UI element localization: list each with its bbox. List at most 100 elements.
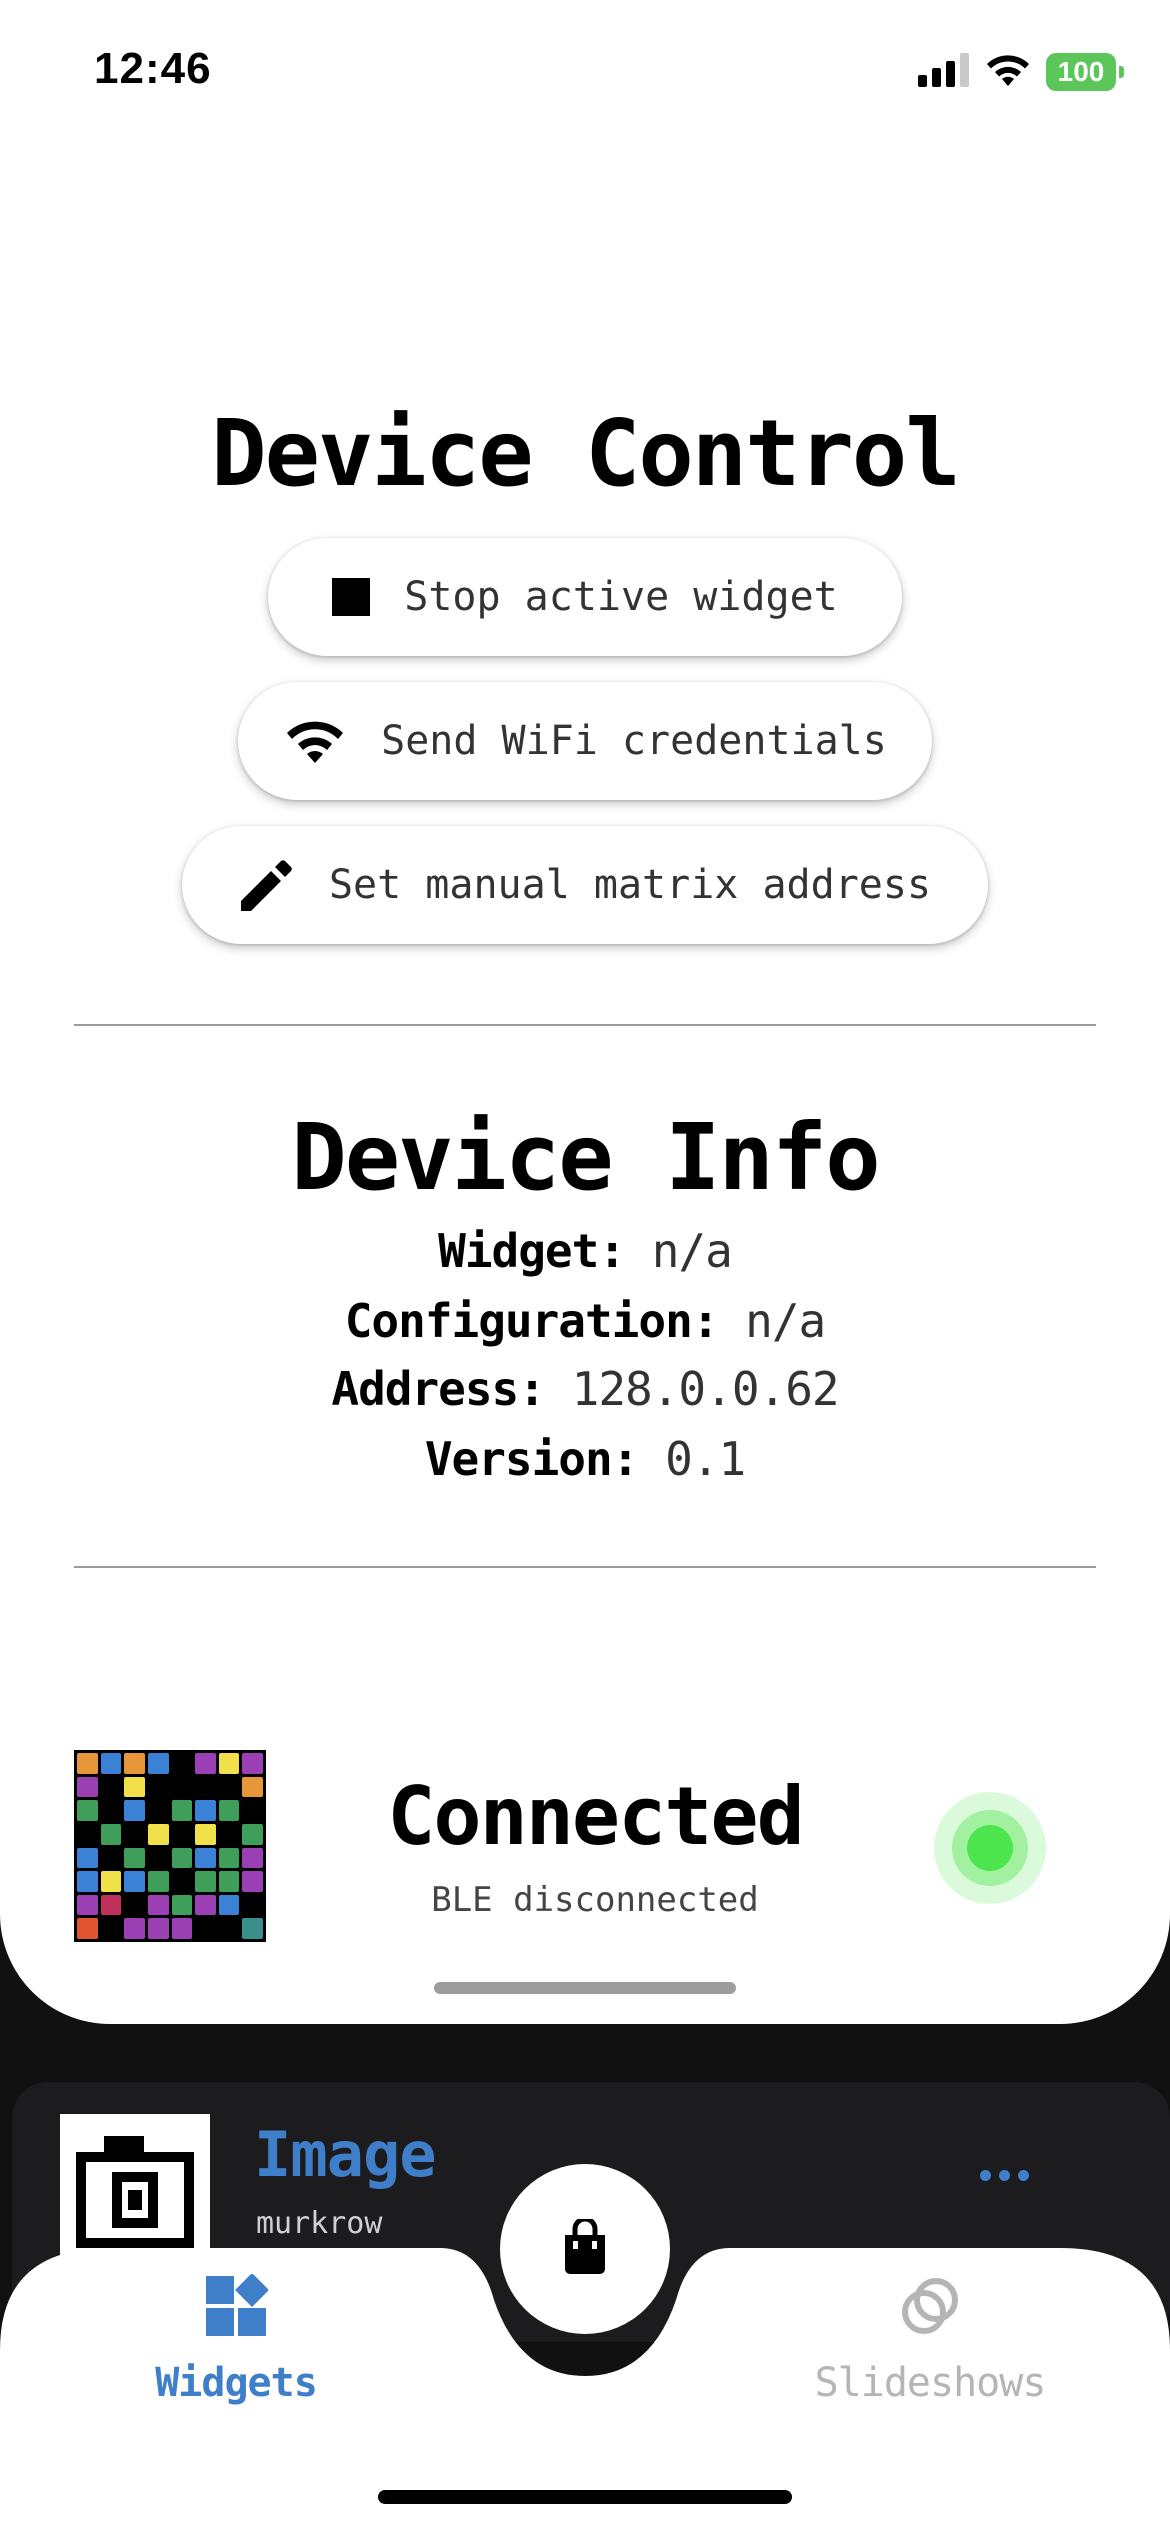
matrix-pixel bbox=[147, 1918, 169, 1939]
matrix-pixel bbox=[100, 1894, 122, 1916]
info-row-configuration: Configuration: n/a bbox=[0, 1294, 1170, 1348]
shop-button[interactable] bbox=[500, 2164, 670, 2334]
matrix-pixel bbox=[218, 1823, 240, 1845]
matrix-pixel bbox=[124, 1894, 145, 1916]
battery-icon: 100 bbox=[1046, 53, 1124, 91]
device-control-title: Device Control bbox=[211, 400, 960, 507]
shopping-bag-icon bbox=[559, 2216, 611, 2279]
widgets-icon bbox=[204, 2273, 269, 2342]
matrix-pixel bbox=[100, 1776, 122, 1798]
matrix-pixel bbox=[147, 1871, 169, 1892]
matrix-pixel bbox=[218, 1753, 240, 1774]
matrix-pixel bbox=[124, 1847, 145, 1869]
stop-icon bbox=[332, 578, 371, 616]
matrix-pixel bbox=[171, 1918, 193, 1939]
matrix-pixel bbox=[218, 1871, 240, 1892]
matrix-pixel bbox=[100, 1871, 122, 1892]
matrix-pixel bbox=[147, 1894, 169, 1916]
matrix-pixel bbox=[242, 1847, 263, 1869]
info-value: 128.0.0.62 bbox=[571, 1362, 840, 1416]
matrix-pixel bbox=[242, 1871, 263, 1892]
matrix-pixel bbox=[195, 1918, 216, 1939]
slideshows-icon bbox=[898, 2274, 962, 2342]
info-key: Widget: bbox=[438, 1224, 626, 1278]
info-value: n/a bbox=[651, 1224, 733, 1278]
matrix-pixel bbox=[124, 1753, 145, 1774]
widget-card-title: Image bbox=[254, 2118, 437, 2191]
matrix-pixel bbox=[77, 1823, 98, 1845]
sheet-drag-handle[interactable] bbox=[434, 1982, 736, 1994]
matrix-pixel bbox=[171, 1776, 193, 1798]
matrix-pixel bbox=[218, 1894, 240, 1916]
tab-slideshows[interactable]: Slideshows bbox=[800, 2274, 1060, 2406]
matrix-pixel bbox=[195, 1823, 216, 1845]
wifi-icon bbox=[984, 52, 1032, 92]
matrix-pixel bbox=[218, 1776, 240, 1798]
matrix-pixel bbox=[77, 1847, 98, 1869]
send-wifi-credentials-button[interactable]: Send WiFi credentials bbox=[238, 682, 932, 800]
matrix-preview-icon bbox=[74, 1750, 266, 1942]
cellular-signal-icon bbox=[918, 53, 970, 91]
matrix-pixel bbox=[124, 1823, 145, 1845]
matrix-pixel bbox=[100, 1823, 122, 1845]
info-value: n/a bbox=[745, 1294, 826, 1348]
info-row-address: Address: 128.0.0.62 bbox=[0, 1362, 1170, 1416]
matrix-pixel bbox=[100, 1800, 122, 1821]
info-key: Address: bbox=[331, 1362, 546, 1416]
matrix-pixel bbox=[195, 1894, 216, 1916]
matrix-pixel bbox=[242, 1894, 263, 1916]
matrix-pixel bbox=[195, 1871, 216, 1892]
stop-active-widget-label: Stop active widget bbox=[404, 574, 838, 620]
matrix-pixel bbox=[242, 1800, 263, 1821]
battery-level: 100 bbox=[1057, 56, 1105, 87]
matrix-pixel bbox=[171, 1823, 193, 1845]
matrix-pixel bbox=[242, 1823, 263, 1845]
matrix-pixel bbox=[218, 1918, 240, 1939]
matrix-pixel bbox=[171, 1753, 193, 1774]
matrix-pixel bbox=[218, 1800, 240, 1821]
matrix-pixel bbox=[195, 1776, 216, 1798]
matrix-pixel bbox=[195, 1800, 216, 1821]
wifi-icon bbox=[283, 717, 347, 765]
matrix-pixel bbox=[218, 1847, 240, 1869]
send-wifi-credentials-label: Send WiFi credentials bbox=[381, 718, 887, 764]
matrix-pixel bbox=[124, 1918, 145, 1939]
tab-widgets-label: Widgets bbox=[155, 2360, 318, 2406]
widget-card-subtitle: murkrow bbox=[256, 2206, 383, 2241]
matrix-pixel bbox=[195, 1847, 216, 1869]
matrix-pixel bbox=[100, 1918, 122, 1939]
info-row-widget: Widget: n/a bbox=[0, 1224, 1170, 1278]
matrix-pixel bbox=[171, 1871, 193, 1892]
matrix-pixel bbox=[100, 1753, 122, 1774]
info-row-version: Version: 0.1 bbox=[0, 1432, 1170, 1486]
matrix-pixel bbox=[77, 1753, 98, 1774]
info-key: Configuration: bbox=[344, 1294, 720, 1348]
matrix-pixel bbox=[77, 1894, 98, 1916]
matrix-pixel bbox=[77, 1871, 98, 1892]
matrix-pixel bbox=[77, 1800, 98, 1821]
status-icons: 100 bbox=[918, 52, 1124, 92]
stop-active-widget-button[interactable]: Stop active widget bbox=[268, 538, 902, 656]
matrix-pixel bbox=[147, 1776, 169, 1798]
matrix-pixel bbox=[77, 1918, 98, 1939]
matrix-pixel bbox=[124, 1871, 145, 1892]
matrix-pixel bbox=[124, 1776, 145, 1798]
pencil-icon bbox=[239, 857, 295, 913]
info-key: Version: bbox=[424, 1432, 640, 1486]
matrix-pixel bbox=[147, 1800, 169, 1821]
device-info-title: Device Info bbox=[291, 1104, 880, 1211]
matrix-pixel bbox=[124, 1800, 145, 1821]
connection-status-title: Connected bbox=[387, 1770, 804, 1863]
status-time: 12:46 bbox=[94, 44, 212, 93]
more-options-icon[interactable] bbox=[980, 2170, 1029, 2181]
matrix-pixel bbox=[147, 1847, 169, 1869]
home-indicator bbox=[378, 2490, 792, 2504]
ble-status-text: BLE disconnected bbox=[431, 1880, 759, 1920]
matrix-pixel bbox=[242, 1918, 263, 1939]
device-sheet: 12:46 100 Device Control Stop active wid… bbox=[0, 0, 1170, 2024]
set-manual-matrix-address-button[interactable]: Set manual matrix address bbox=[182, 826, 988, 944]
tab-slideshows-label: Slideshows bbox=[814, 2360, 1047, 2406]
matrix-pixel bbox=[242, 1753, 263, 1774]
tab-widgets[interactable]: Widgets bbox=[136, 2273, 336, 2406]
matrix-pixel bbox=[77, 1776, 98, 1798]
